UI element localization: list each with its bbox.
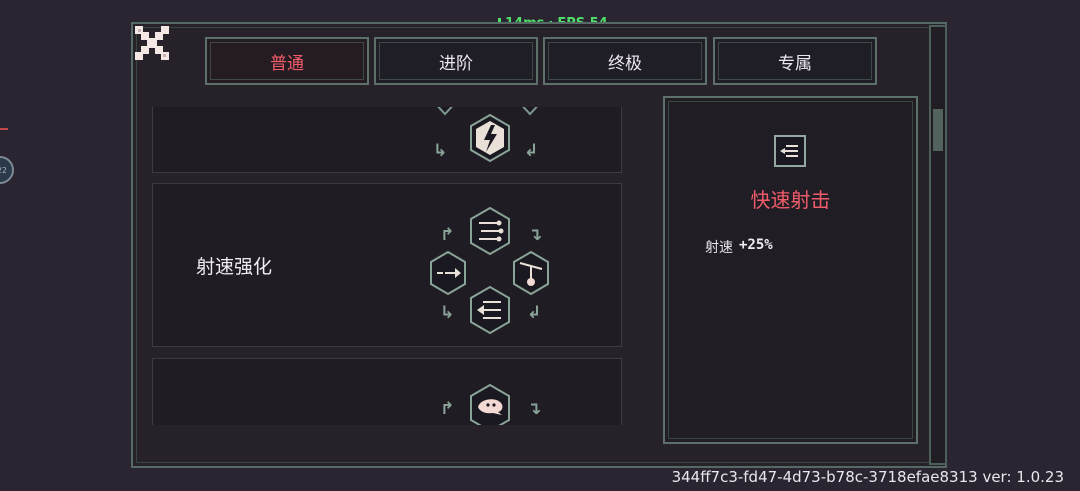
arrow-up-left-icon: ↱ bbox=[440, 225, 455, 245]
skill-row-lightning[interactable]: ↳ ↲ bbox=[152, 107, 622, 173]
edge-marker bbox=[0, 128, 8, 130]
scrollbar[interactable] bbox=[929, 25, 947, 465]
tab-advanced[interactable]: 进阶 bbox=[374, 37, 538, 85]
skill-row-title: 射速强化 bbox=[196, 255, 273, 278]
turret-icon[interactable] bbox=[512, 251, 550, 295]
rapid-fire-icon[interactable] bbox=[469, 286, 511, 334]
arrow-down-right-icon: ↲ bbox=[527, 303, 542, 323]
skill-stat: 射速 +25% bbox=[705, 237, 773, 257]
tab-normal-label: 普通 bbox=[270, 53, 304, 74]
dash-shot-icon[interactable] bbox=[429, 251, 467, 295]
rapid-fire-icon bbox=[774, 135, 806, 167]
arrow-down-left-icon: ↳ bbox=[440, 303, 455, 323]
arrow-right-icon: ↲ bbox=[524, 141, 539, 161]
edge-level-text: 22 bbox=[0, 165, 7, 175]
tab-advanced-label: 进阶 bbox=[439, 53, 473, 74]
version-text: 344ff7c3-fd47-4d73-b78c-3718efae8313 ver… bbox=[671, 468, 1064, 486]
scrollbar-thumb[interactable] bbox=[933, 109, 943, 151]
hex-partial-right-icon bbox=[522, 107, 538, 116]
tab-ultimate[interactable]: 终极 bbox=[543, 37, 707, 85]
skill-detail-panel: 快速射击 射速 +25% bbox=[663, 96, 918, 444]
stat-label: 射速 bbox=[705, 240, 733, 256]
skill-tree-list[interactable]: ↳ ↲ 射速强化 ↱ ↴ ↳ ↲ ↱ ↴ bbox=[152, 107, 622, 425]
skill-icons: ↱ ↴ ↳ ↲ bbox=[413, 184, 553, 346]
tab-ultimate-label: 终极 bbox=[608, 53, 642, 74]
arrow-left-icon: ↳ bbox=[433, 141, 448, 161]
stat-value: +25% bbox=[739, 237, 773, 253]
skill-title: 快速射击 bbox=[750, 188, 831, 212]
skill-icons: ↱ ↴ bbox=[413, 359, 553, 425]
hex-partial-left-icon bbox=[437, 107, 453, 116]
tab-normal[interactable]: 普通 bbox=[205, 37, 369, 85]
arrow-up-right-icon: ↴ bbox=[528, 225, 543, 245]
tab-exclusive[interactable]: 专属 bbox=[713, 37, 877, 85]
ghost-icon[interactable] bbox=[469, 384, 511, 425]
skill-row-fire-rate[interactable]: 射速强化 ↱ ↴ ↳ ↲ bbox=[152, 183, 622, 347]
tab-exclusive-label: 专属 bbox=[778, 53, 812, 74]
skill-icons: ↳ ↲ bbox=[413, 107, 553, 172]
lightning-icon[interactable] bbox=[469, 114, 511, 162]
arrow-up-right-icon: ↴ bbox=[527, 399, 542, 419]
multishot-icon[interactable] bbox=[469, 207, 511, 255]
arrow-up-left-icon: ↱ bbox=[440, 399, 455, 419]
tab-bar: 普通 进阶 终极 专属 bbox=[205, 37, 877, 85]
edge-level-badge[interactable]: 22 bbox=[0, 156, 14, 184]
close-icon[interactable] bbox=[135, 26, 169, 60]
skill-row-ghost[interactable]: ↱ ↴ bbox=[152, 358, 622, 425]
